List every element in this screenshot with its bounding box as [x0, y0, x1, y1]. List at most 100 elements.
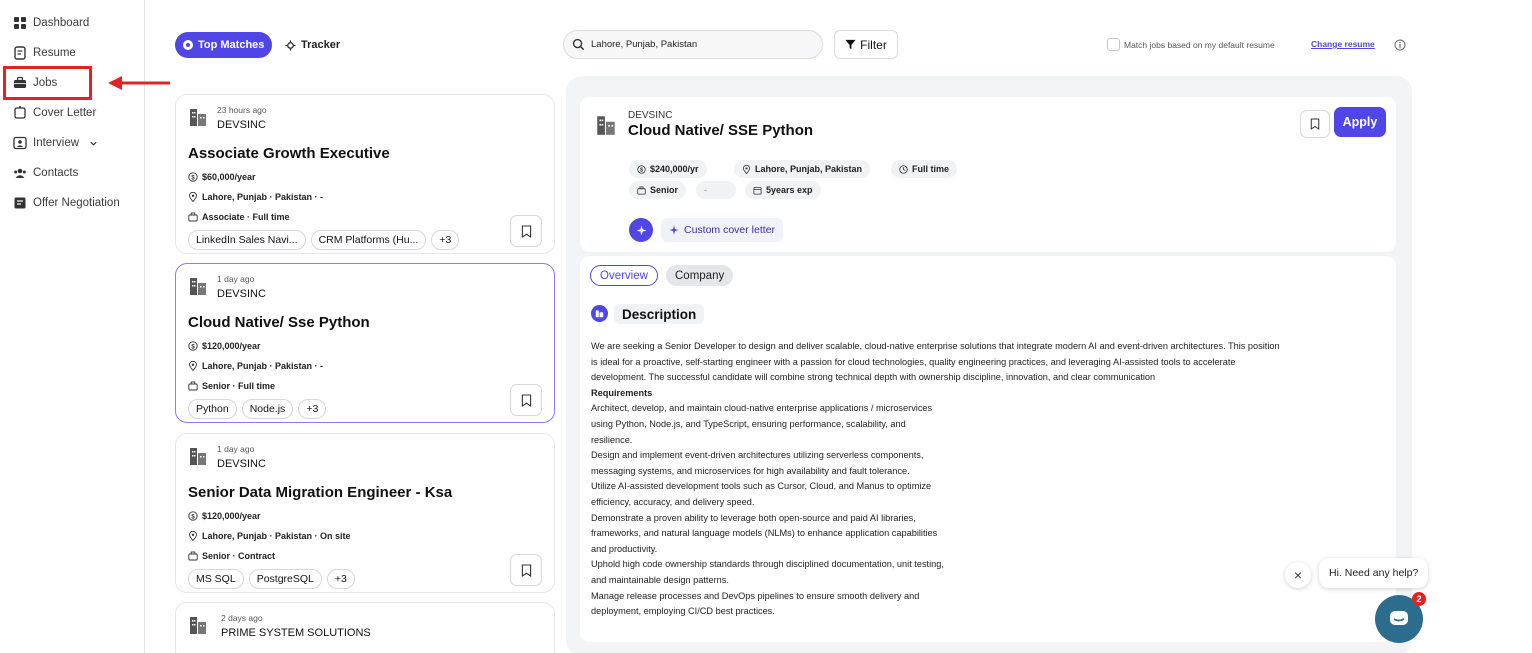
job-card[interactable]: 2 days ago PRIME SYSTEM SOLUTIONS	[175, 602, 555, 653]
bookmark-button[interactable]	[510, 554, 542, 586]
requirement-line: Architect, develop, and maintain cloud-n…	[591, 403, 933, 414]
briefcase-small-icon	[188, 381, 198, 391]
bookmark-icon	[521, 563, 531, 577]
job-level-text: Senior · Full time	[202, 381, 276, 391]
requirement-line: and productivity.	[591, 543, 658, 554]
detail-level-chip: Senior	[629, 181, 687, 199]
sidebar-item-resume[interactable]: Resume	[13, 42, 76, 64]
bookmark-icon	[521, 393, 531, 407]
description-line: We are seeking a Senior Developer to des…	[591, 341, 1280, 351]
skill-tag[interactable]: Node.js	[241, 399, 294, 419]
sidebar-item-label: Resume	[33, 47, 76, 59]
match-resume-checkbox[interactable]	[1107, 38, 1120, 51]
job-posted-age: 2 days ago	[221, 613, 263, 623]
sidebar-item-label: Offer Negotiation	[33, 197, 120, 209]
job-card[interactable]: 1 day ago DEVSINC Senior Data Migration …	[175, 433, 555, 593]
requirement-line: Design and implement event-driven archit…	[591, 450, 924, 461]
requirement-line: frameworks, and natural language models …	[591, 528, 938, 539]
skill-tag[interactable]: MS SQL	[188, 569, 244, 589]
ai-magic-button[interactable]	[629, 218, 653, 242]
more-skills-tag[interactable]: +3	[326, 569, 355, 589]
skill-tags: MS SQL PostgreSQL +3	[188, 569, 355, 589]
description-line: is ideal for a proactive, self-starting …	[591, 356, 1236, 367]
job-level: Associate · Full time	[188, 212, 290, 222]
job-title[interactable]: Senior Data Migration Engineer - Ksa	[188, 484, 452, 501]
location-search[interactable]	[563, 30, 823, 59]
sidebar-item-offer-negotiation[interactable]: Offer Negotiation	[13, 192, 120, 214]
job-posted-age: 1 day ago	[217, 274, 255, 284]
search-input[interactable]	[591, 39, 811, 50]
match-resume-toggle[interactable]: Match jobs based on my default resume	[1107, 38, 1275, 51]
bookmark-button[interactable]	[510, 384, 542, 416]
more-skills-tag[interactable]: +3	[431, 230, 460, 250]
sidebar-item-label: Cover Letter	[33, 107, 97, 119]
svg-text:$: $	[640, 167, 643, 173]
requirements-heading: Requirements	[591, 387, 653, 398]
job-card[interactable]: 23 hours ago DEVSINC Associate Growth Ex…	[175, 94, 555, 254]
detail-job-title: Cloud Native/ SSE Python	[628, 122, 814, 139]
tab-top-matches-label: Top Matches	[198, 39, 265, 51]
dollar-icon: $	[188, 511, 198, 521]
jobs-highlight-box	[3, 66, 92, 100]
requirement-line: Demonstrate a proven ability to leverage…	[591, 512, 916, 523]
job-salary: $ $120,000/year	[188, 511, 261, 521]
job-salary: $ $120,000/year	[188, 341, 261, 351]
skill-tag[interactable]: LinkedIn Sales Navi...	[188, 230, 306, 250]
skill-tag[interactable]: PostgreSQL	[248, 569, 322, 589]
arrow-left-icon	[108, 76, 170, 90]
skill-tag[interactable]: Python	[188, 399, 237, 419]
detail-empty-chip: -	[696, 181, 736, 199]
requirement-line: Utilize AI-assisted development tools su…	[591, 481, 932, 492]
tab-company[interactable]: Company	[666, 265, 734, 286]
custom-cover-letter-button[interactable]: Custom cover letter	[661, 218, 784, 242]
job-salary: $ $60,000/year	[188, 172, 256, 182]
sidebar-item-cover-letter[interactable]: Cover Letter	[13, 102, 96, 124]
tab-overview[interactable]: Overview	[590, 265, 658, 286]
cover-letter-icon	[13, 106, 27, 120]
job-salary-text: $120,000/year	[202, 511, 261, 521]
job-posted-age: 23 hours ago	[217, 105, 267, 115]
description-line: development. The successful candidate wi…	[591, 372, 1156, 383]
requirement-line: using Python, Node.js, and TypeScript, e…	[591, 418, 906, 429]
detail-type-text: Full time	[912, 164, 950, 174]
job-location-text: Lahore, Punjab · Pakistan · -	[202, 192, 324, 202]
tab-tracker-label: Tracker	[301, 39, 341, 51]
job-card-selected[interactable]: 1 day ago DEVSINC Cloud Native/ Sse Pyth…	[175, 263, 555, 423]
filter-button[interactable]: Filter	[834, 30, 898, 59]
change-resume-link[interactable]: Change resume	[1311, 39, 1375, 49]
chat-close-button[interactable]: ×	[1285, 562, 1311, 588]
detail-type-chip: Full time	[891, 160, 958, 178]
job-salary-text: $120,000/year	[202, 341, 261, 351]
search-icon	[572, 38, 585, 51]
sidebar-item-contacts[interactable]: Contacts	[13, 162, 78, 184]
detail-bookmark-button[interactable]	[1300, 110, 1330, 138]
skill-tags: Python Node.js +3	[188, 399, 327, 419]
dollar-icon: $	[188, 172, 198, 182]
dashboard-icon	[13, 16, 27, 30]
description-text: We are seeking a Senior Developer to des…	[591, 339, 1391, 620]
job-title[interactable]: Cloud Native/ Sse Python	[188, 314, 370, 331]
requirement-line: Manage release processes and DevOps pipe…	[591, 590, 920, 601]
description-icon	[591, 305, 608, 322]
sparkle-wand-icon	[635, 224, 647, 236]
sidebar-item-dashboard[interactable]: Dashboard	[13, 12, 89, 34]
bookmark-button[interactable]	[510, 215, 542, 247]
job-company: DEVSINC	[217, 119, 266, 131]
more-skills-tag[interactable]: +3	[298, 399, 327, 419]
bookmark-icon	[1310, 118, 1320, 130]
job-level-text: Associate · Full time	[202, 212, 290, 222]
job-company: DEVSINC	[217, 458, 266, 470]
skill-tag[interactable]: CRM Platforms (Hu...	[310, 230, 427, 250]
calendar-icon	[753, 186, 762, 195]
chat-greeting-bubble[interactable]: Hi. Need any help?	[1319, 558, 1429, 588]
job-location: Lahore, Punjab · Pakistan · -	[188, 192, 323, 202]
info-icon[interactable]	[1394, 39, 1406, 51]
chevron-down-icon[interactable]	[89, 139, 98, 148]
apply-button[interactable]: Apply	[1334, 107, 1386, 137]
company-logo-icon	[190, 617, 206, 634]
job-title[interactable]: Associate Growth Executive	[188, 145, 390, 162]
tab-tracker[interactable]: Tracker	[285, 32, 340, 58]
sidebar-item-interview[interactable]: Interview	[13, 132, 98, 154]
tab-top-matches[interactable]: Top Matches	[175, 32, 273, 58]
job-level: Senior · Contract	[188, 551, 275, 561]
